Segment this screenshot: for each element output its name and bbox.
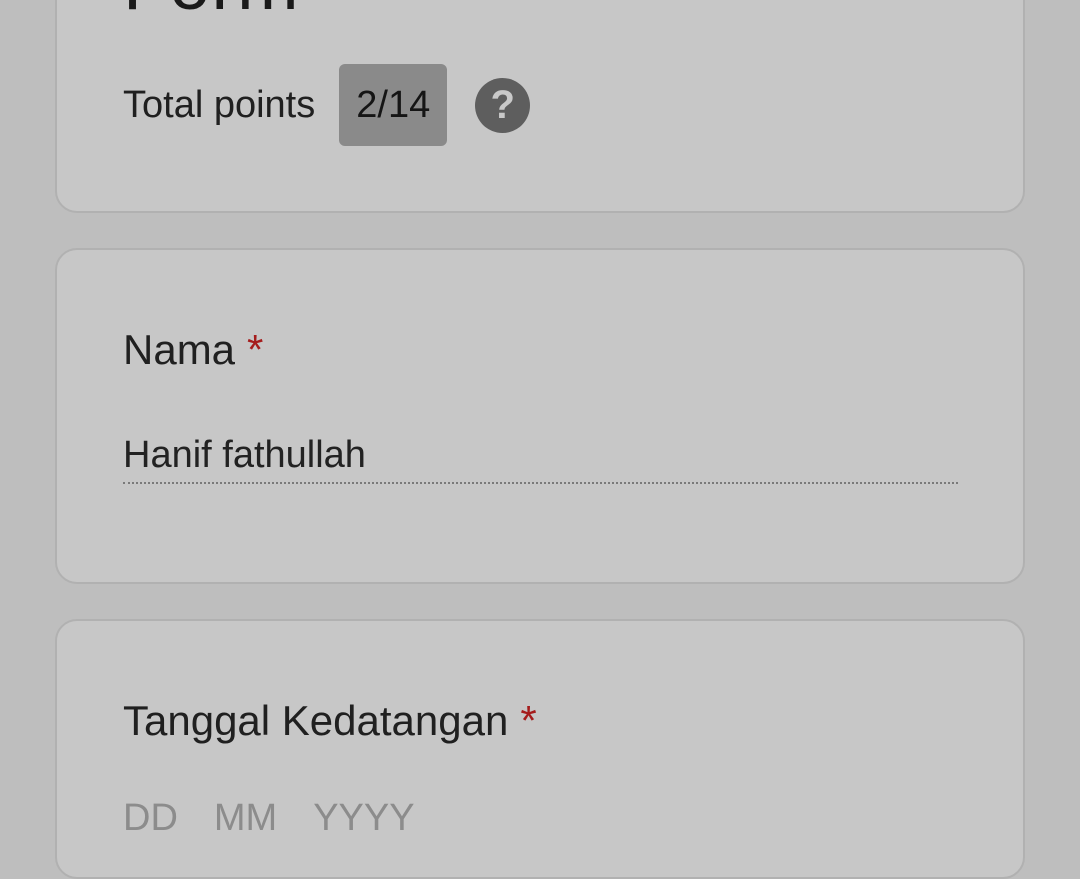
date-day-placeholder[interactable]: DD (123, 797, 178, 840)
score-badge: 2/14 (339, 64, 448, 146)
help-circle-icon[interactable]: ? (475, 77, 531, 133)
question-label: Nama * (123, 325, 263, 375)
form-header-card: Form Total points 2/14 ? (55, 0, 1025, 213)
required-asterisk: * (520, 697, 537, 744)
form-title: Form (123, 0, 300, 34)
date-year-placeholder[interactable]: YYYY (313, 797, 414, 840)
question-label: Tanggal Kedatangan * (123, 696, 537, 746)
nama-answer-input[interactable] (123, 428, 958, 484)
required-asterisk: * (247, 326, 264, 373)
question-title: Tanggal Kedatangan (123, 697, 509, 744)
total-points-row: Total points 2/14 ? (123, 64, 531, 146)
question-card-nama: Nama * (55, 248, 1025, 584)
question-card-tanggal-kedatangan: Tanggal Kedatangan * DD MM YYYY (55, 619, 1025, 879)
question-title: Nama (123, 326, 236, 373)
total-points-label: Total points (123, 83, 316, 126)
date-month-placeholder[interactable]: MM (214, 797, 277, 840)
date-input[interactable]: DD MM YYYY (123, 797, 415, 840)
